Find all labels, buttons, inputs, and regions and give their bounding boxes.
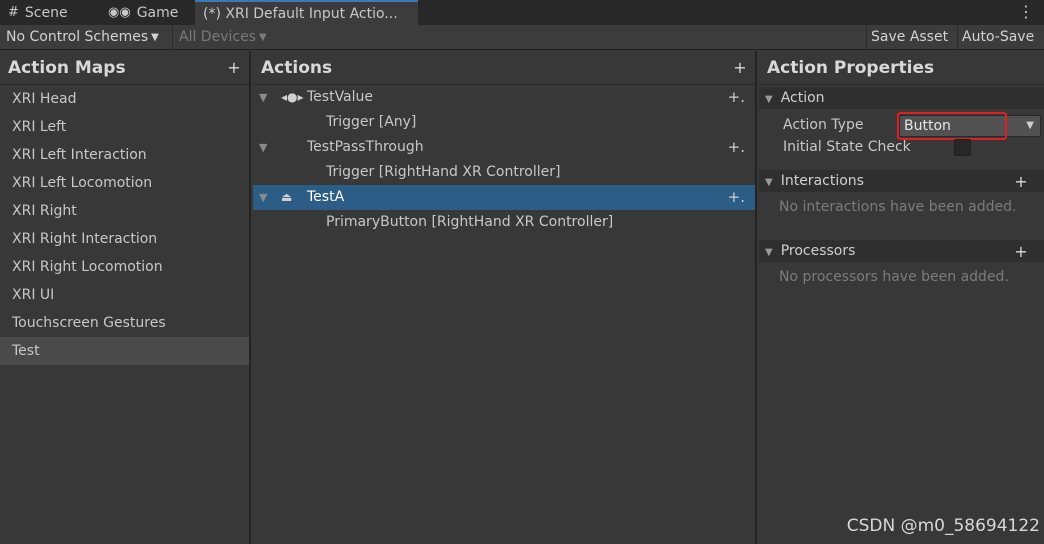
action-type-label: Action Type	[783, 117, 864, 133]
collapse-triangle-icon: ▼	[765, 94, 773, 105]
tab-game[interactable]: ◉◉ Game	[108, 0, 178, 25]
action-map-item[interactable]: XRI Right Locomotion	[0, 253, 249, 281]
action-map-item-selected[interactable]: Test	[0, 337, 249, 365]
devices-dropdown[interactable]: All Devices ▼	[172, 25, 267, 49]
chevron-down-icon: ▼	[258, 31, 267, 43]
binding-name: Trigger [RightHand XR Controller]	[326, 164, 561, 180]
expand-triangle-icon[interactable]: ▼	[259, 135, 267, 160]
action-maps-title: Action Maps	[8, 57, 126, 78]
action-properties-title: Action Properties	[767, 57, 935, 78]
add-action-map-button[interactable]: +	[227, 58, 241, 77]
collapse-triangle-icon: ▼	[765, 177, 773, 188]
action-map-item[interactable]: XRI Right Interaction	[0, 225, 249, 253]
interactions-section-header[interactable]: ▼ Interactions +	[759, 170, 1044, 192]
add-binding-icon[interactable]: +.	[728, 135, 745, 160]
processors-empty-note: No processors have been added.	[779, 269, 1009, 285]
chevron-down-icon: ▼	[1026, 120, 1034, 131]
action-map-item[interactable]: XRI UI	[0, 281, 249, 309]
action-map-item[interactable]: XRI Left Locomotion	[0, 169, 249, 197]
action-maps-panel: Action Maps + XRI Head XRI Left XRI Left…	[0, 51, 251, 544]
button-icon: ⏏	[281, 190, 293, 204]
binding-row[interactable]: Trigger [Any]	[253, 110, 755, 135]
interactions-section-label: Interactions	[780, 173, 864, 189]
processors-section-label: Processors	[780, 243, 856, 259]
action-map-item[interactable]: Touchscreen Gestures	[0, 309, 249, 337]
action-name: TestA	[307, 189, 345, 205]
actions-title: Actions	[261, 57, 333, 78]
action-row-selected[interactable]: ▼ ⏏ TestA +.	[253, 185, 755, 210]
save-asset-button[interactable]: Save Asset	[866, 25, 952, 49]
actions-header: Actions +	[253, 51, 755, 85]
add-interaction-button[interactable]: +	[1014, 172, 1028, 191]
tab-game-label: Game	[136, 4, 179, 21]
chevron-down-icon: ▼	[151, 31, 159, 43]
devices-label: All Devices	[179, 29, 256, 45]
auto-save-toggle[interactable]: Auto-Save	[957, 25, 1038, 49]
initial-state-row: Initial State Check	[759, 136, 1044, 158]
action-map-item[interactable]: XRI Right	[0, 197, 249, 225]
tab-scene[interactable]: # Scene	[8, 0, 68, 25]
action-maps-header: Action Maps +	[0, 51, 249, 85]
collapse-triangle-icon: ▼	[765, 247, 773, 258]
binding-row[interactable]: Trigger [RightHand XR Controller]	[253, 160, 755, 185]
control-schemes-dropdown[interactable]: No Control Schemes ▼	[6, 25, 159, 49]
action-type-row: Action Type Button ▼	[759, 112, 1044, 140]
binding-name: Trigger [Any]	[326, 114, 417, 130]
action-name: TestPassThrough	[307, 139, 424, 155]
tab-bar: # Scene ◉◉ Game (*) XRI Default Input Ac…	[0, 0, 1044, 25]
add-action-button[interactable]: +	[733, 58, 747, 77]
expand-triangle-icon[interactable]: ▼	[259, 185, 267, 210]
interactions-empty-note: No interactions have been added.	[779, 199, 1017, 215]
action-section-label: Action	[780, 90, 825, 106]
grid-icon: #	[8, 5, 19, 20]
binding-row[interactable]: PrimaryButton [RightHand XR Controller]	[253, 210, 755, 235]
expand-triangle-icon[interactable]: ▼	[259, 85, 267, 110]
initial-state-checkbox[interactable]	[954, 139, 971, 156]
kebab-menu-icon[interactable]: ⋮	[1018, 2, 1034, 21]
binding-name: PrimaryButton [RightHand XR Controller]	[326, 214, 614, 230]
action-map-item[interactable]: XRI Left Interaction	[0, 141, 249, 169]
actions-panel: Actions + ▼ ◂●▸ TestValue +. Trigger [An…	[253, 51, 757, 544]
watermark: CSDN @m0_58694122	[846, 516, 1040, 536]
action-row[interactable]: ▼ ◂●▸ TestValue +.	[253, 85, 755, 110]
add-binding-icon[interactable]: +.	[728, 185, 745, 210]
add-processor-button[interactable]: +	[1014, 242, 1028, 261]
add-binding-icon[interactable]: +.	[728, 85, 745, 110]
gamepad-icon: ◉◉	[108, 5, 131, 20]
tab-input-actions[interactable]: (*) XRI Default Input Actio...	[195, 0, 418, 25]
value-icon: ◂●▸	[281, 90, 304, 104]
processors-section-header[interactable]: ▼ Processors +	[759, 240, 1044, 262]
tab-scene-label: Scene	[24, 4, 68, 21]
control-schemes-label: No Control Schemes	[6, 29, 149, 45]
action-map-item[interactable]: XRI Left	[0, 113, 249, 141]
actions-tree: ▼ ◂●▸ TestValue +. Trigger [Any] ▼ TestP…	[253, 85, 755, 235]
tab-input-actions-label: (*) XRI Default Input Actio...	[203, 5, 398, 22]
action-properties-panel: Action Properties ▼ Action Action Type Bu…	[759, 51, 1044, 544]
action-properties-header: Action Properties	[759, 51, 1044, 85]
action-section-header[interactable]: ▼ Action	[759, 87, 1044, 109]
action-map-item[interactable]: XRI Head	[0, 85, 249, 113]
initial-state-label: Initial State Check	[783, 139, 911, 155]
toolbar: No Control Schemes ▼ All Devices ▼ Save …	[0, 25, 1044, 50]
action-row[interactable]: ▼ TestPassThrough +.	[253, 135, 755, 160]
action-name: TestValue	[307, 89, 374, 105]
action-maps-list: XRI Head XRI Left XRI Left Interaction X…	[0, 85, 249, 365]
